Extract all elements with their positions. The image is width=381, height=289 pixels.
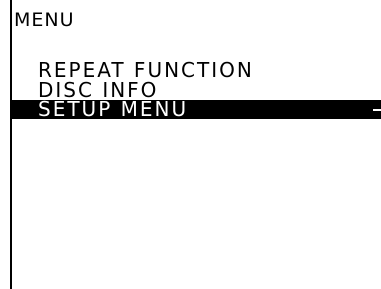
menu-list: REPEAT FUNCTION DISC INFO SETUP MENU [12, 60, 381, 119]
menu-item-setup-menu[interactable]: SETUP MENU [12, 97, 381, 121]
left-border [10, 0, 12, 289]
menu-title: MENU [14, 9, 75, 31]
selection-dash-icon [373, 109, 381, 111]
menu-item-label: SETUP MENU [38, 97, 189, 121]
menu-item-repeat-function[interactable]: REPEAT FUNCTION [12, 60, 381, 80]
